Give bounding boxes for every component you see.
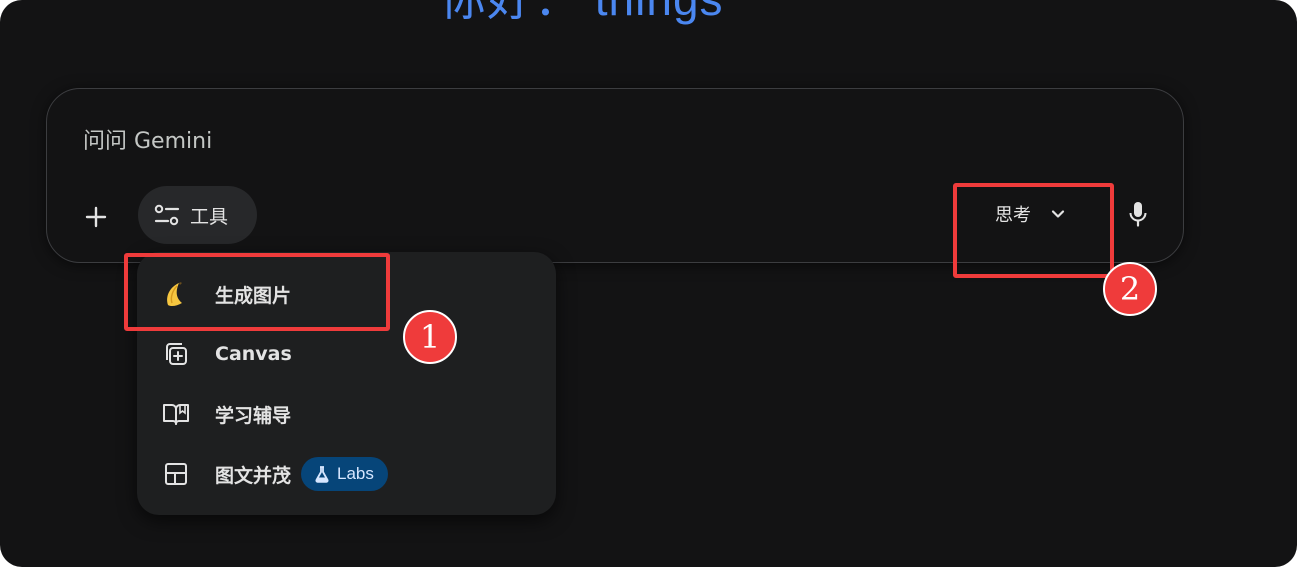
banana-icon (161, 279, 191, 309)
thinking-mode-dropdown[interactable]: 思考 (995, 201, 1067, 227)
prompt-composer[interactable]: 问问 Gemini 工具 思考 (46, 88, 1184, 263)
menu-item-label: 学习辅导 (215, 404, 292, 427)
tools-button[interactable]: 工具 (138, 186, 257, 244)
plus-icon (85, 206, 107, 228)
microphone-icon (1129, 202, 1147, 227)
layout-icon (161, 459, 191, 489)
flask-icon (315, 466, 329, 483)
menu-item-visual-layout[interactable]: 图文并茂 Labs (137, 446, 556, 502)
microphone-button[interactable] (1127, 201, 1149, 227)
mode-label: 思考 (995, 205, 1031, 226)
tools-label: 工具 (190, 205, 229, 228)
menu-item-generate-image[interactable]: 生成图片 (137, 266, 556, 322)
menu-item-canvas[interactable]: Canvas (137, 326, 556, 382)
labs-label: Labs (337, 464, 374, 483)
step-badge-1: 1 (403, 310, 457, 364)
add-button[interactable] (81, 202, 111, 232)
step-badge-2: 2 (1103, 262, 1157, 316)
prompt-input[interactable]: 问问 Gemini (83, 123, 212, 155)
open-book-icon (161, 399, 191, 429)
greeting-title: 你好： things (440, 0, 860, 24)
tools-menu: 生成图片 Canvas 学习辅导 图文并茂 Labs (137, 252, 556, 515)
canvas-icon (161, 339, 191, 369)
menu-item-label: 生成图片 (215, 284, 292, 307)
labs-badge: Labs (301, 457, 388, 491)
sliders-icon (154, 204, 180, 226)
chevron-down-icon (1051, 210, 1065, 218)
menu-item-guided-learning[interactable]: 学习辅导 (137, 386, 556, 442)
menu-item-label: Canvas (215, 343, 292, 365)
menu-item-label: 图文并茂 (215, 464, 292, 487)
gemini-window: 你好： things 问问 Gemini 工具 思考 (0, 0, 1297, 567)
